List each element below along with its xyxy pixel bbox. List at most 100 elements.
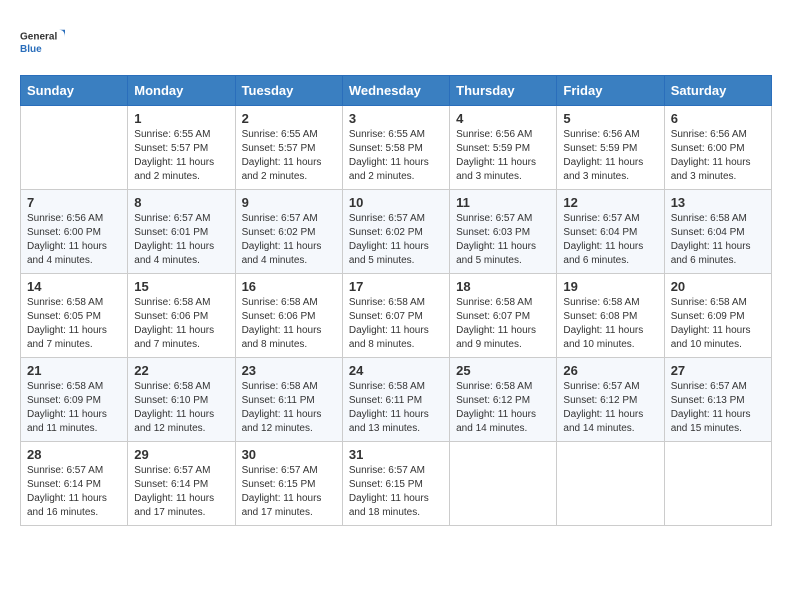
calendar-cell: 11Sunrise: 6:57 AMSunset: 6:03 PMDayligh… <box>450 190 557 274</box>
day-number: 24 <box>349 363 443 378</box>
day-info: Sunrise: 6:57 AMSunset: 6:14 PMDaylight:… <box>27 464 121 520</box>
weekday-header-saturday: Saturday <box>664 76 771 106</box>
day-number: 3 <box>349 111 443 126</box>
calendar-cell: 14 Sunrise: 6:58 AMSunset: 6:05 PMDayligh… <box>21 274 128 358</box>
day-info: Sunrise: 6:58 AMSunset: 6:10 PMDaylight:… <box>134 380 228 436</box>
calendar-cell: 23 Sunrise: 6:58 AMSunset: 6:11 PMDayligh… <box>235 358 342 442</box>
calendar-cell: 1 Sunrise: 6:55 AMSunset: 5:57 PMDaylight… <box>128 106 235 190</box>
day-info: Sunrise: 6:58 AMSunset: 6:06 PMDaylight:… <box>134 296 228 352</box>
calendar-week-row: 1 Sunrise: 6:55 AMSunset: 5:57 PMDaylight… <box>21 106 772 190</box>
calendar-cell: 4 Sunrise: 6:56 AMSunset: 5:59 PMDaylight… <box>450 106 557 190</box>
day-info: Sunrise: 6:55 AMSunset: 5:57 PMDaylight:… <box>134 128 228 184</box>
day-info: Sunrise: 6:56 AMSunset: 6:00 PMDaylight:… <box>27 212 121 268</box>
calendar-cell: 20 Sunrise: 6:58 AMSunset: 6:09 PMDayligh… <box>664 274 771 358</box>
calendar-cell: 27 Sunrise: 6:57 AMSunset: 6:13 PMDayligh… <box>664 358 771 442</box>
day-number: 25 <box>456 363 550 378</box>
day-info: Sunrise: 6:55 AMSunset: 5:58 PMDaylight:… <box>349 128 443 184</box>
day-info: Sunrise: 6:57 AMSunset: 6:02 PMDaylight:… <box>242 212 336 268</box>
day-info: Sunrise: 6:58 AMSunset: 6:11 PMDaylight:… <box>349 380 443 436</box>
weekday-header-sunday: Sunday <box>21 76 128 106</box>
page-header: General Blue <box>20 20 772 65</box>
day-number: 26 <box>563 363 657 378</box>
logo: General Blue <box>20 20 70 65</box>
day-info: Sunrise: 6:58 AMSunset: 6:05 PMDaylight:… <box>27 296 121 352</box>
weekday-header-tuesday: Tuesday <box>235 76 342 106</box>
day-number: 20 <box>671 279 765 294</box>
day-info: Sunrise: 6:56 AMSunset: 5:59 PMDaylight:… <box>456 128 550 184</box>
weekday-header-row: SundayMondayTuesdayWednesdayThursdayFrid… <box>21 76 772 106</box>
svg-text:Blue: Blue <box>20 44 42 55</box>
day-number: 30 <box>242 447 336 462</box>
day-number: 23 <box>242 363 336 378</box>
day-number: 22 <box>134 363 228 378</box>
calendar-cell <box>557 442 664 526</box>
day-info: Sunrise: 6:57 AMSunset: 6:15 PMDaylight:… <box>242 464 336 520</box>
day-number: 9 <box>242 195 336 210</box>
day-number: 14 <box>27 279 121 294</box>
day-info: Sunrise: 6:56 AMSunset: 6:00 PMDaylight:… <box>671 128 765 184</box>
day-info: Sunrise: 6:58 AMSunset: 6:09 PMDaylight:… <box>671 296 765 352</box>
calendar-cell: 21Sunrise: 6:58 AMSunset: 6:09 PMDayligh… <box>21 358 128 442</box>
calendar-cell: 26Sunrise: 6:57 AMSunset: 6:12 PMDayligh… <box>557 358 664 442</box>
day-number: 4 <box>456 111 550 126</box>
day-number: 13 <box>671 195 765 210</box>
day-number: 18 <box>456 279 550 294</box>
day-number: 16 <box>242 279 336 294</box>
calendar-cell: 24 Sunrise: 6:58 AMSunset: 6:11 PMDayligh… <box>342 358 449 442</box>
calendar-cell: 22 Sunrise: 6:58 AMSunset: 6:10 PMDayligh… <box>128 358 235 442</box>
day-info: Sunrise: 6:57 AMSunset: 6:02 PMDaylight:… <box>349 212 443 268</box>
day-info: Sunrise: 6:58 AMSunset: 6:08 PMDaylight:… <box>563 296 657 352</box>
calendar-cell: 2 Sunrise: 6:55 AMSunset: 5:57 PMDaylight… <box>235 106 342 190</box>
calendar-cell: 31 Sunrise: 6:57 AMSunset: 6:15 PMDayligh… <box>342 442 449 526</box>
weekday-header-wednesday: Wednesday <box>342 76 449 106</box>
day-number: 19 <box>563 279 657 294</box>
day-number: 31 <box>349 447 443 462</box>
weekday-header-monday: Monday <box>128 76 235 106</box>
day-info: Sunrise: 6:58 AMSunset: 6:04 PMDaylight:… <box>671 212 765 268</box>
calendar-cell <box>664 442 771 526</box>
day-info: Sunrise: 6:58 AMSunset: 6:12 PMDaylight:… <box>456 380 550 436</box>
calendar-cell: 15 Sunrise: 6:58 AMSunset: 6:06 PMDayligh… <box>128 274 235 358</box>
svg-text:General: General <box>20 32 57 43</box>
day-info: Sunrise: 6:55 AMSunset: 5:57 PMDaylight:… <box>242 128 336 184</box>
day-info: Sunrise: 6:56 AMSunset: 5:59 PMDaylight:… <box>563 128 657 184</box>
calendar-cell: 17Sunrise: 6:58 AMSunset: 6:07 PMDayligh… <box>342 274 449 358</box>
calendar-cell <box>21 106 128 190</box>
day-number: 21 <box>27 363 121 378</box>
calendar-cell: 5 Sunrise: 6:56 AMSunset: 5:59 PMDaylight… <box>557 106 664 190</box>
calendar-cell: 8 Sunrise: 6:57 AMSunset: 6:01 PMDaylight… <box>128 190 235 274</box>
calendar-week-row: 7 Sunrise: 6:56 AMSunset: 6:00 PMDaylight… <box>21 190 772 274</box>
day-number: 28 <box>27 447 121 462</box>
calendar-week-row: 28 Sunrise: 6:57 AMSunset: 6:14 PMDayligh… <box>21 442 772 526</box>
calendar-cell: 16Sunrise: 6:58 AMSunset: 6:06 PMDayligh… <box>235 274 342 358</box>
calendar-cell: 25 Sunrise: 6:58 AMSunset: 6:12 PMDayligh… <box>450 358 557 442</box>
weekday-header-friday: Friday <box>557 76 664 106</box>
day-number: 1 <box>134 111 228 126</box>
day-number: 12 <box>563 195 657 210</box>
calendar-cell: 30 Sunrise: 6:57 AMSunset: 6:15 PMDayligh… <box>235 442 342 526</box>
day-number: 5 <box>563 111 657 126</box>
calendar-cell: 29 Sunrise: 6:57 AMSunset: 6:14 PMDayligh… <box>128 442 235 526</box>
calendar-cell <box>450 442 557 526</box>
day-number: 8 <box>134 195 228 210</box>
day-info: Sunrise: 6:58 AMSunset: 6:11 PMDaylight:… <box>242 380 336 436</box>
calendar-cell: 7 Sunrise: 6:56 AMSunset: 6:00 PMDaylight… <box>21 190 128 274</box>
calendar-cell: 9 Sunrise: 6:57 AMSunset: 6:02 PMDaylight… <box>235 190 342 274</box>
calendar-cell: 12Sunrise: 6:57 AMSunset: 6:04 PMDayligh… <box>557 190 664 274</box>
day-info: Sunrise: 6:58 AMSunset: 6:07 PMDaylight:… <box>456 296 550 352</box>
calendar-cell: 28 Sunrise: 6:57 AMSunset: 6:14 PMDayligh… <box>21 442 128 526</box>
day-number: 27 <box>671 363 765 378</box>
day-number: 7 <box>27 195 121 210</box>
calendar-cell: 13 Sunrise: 6:58 AMSunset: 6:04 PMDayligh… <box>664 190 771 274</box>
day-number: 10 <box>349 195 443 210</box>
day-info: Sunrise: 6:57 AMSunset: 6:14 PMDaylight:… <box>134 464 228 520</box>
day-number: 15 <box>134 279 228 294</box>
day-number: 17 <box>349 279 443 294</box>
day-info: Sunrise: 6:57 AMSunset: 6:13 PMDaylight:… <box>671 380 765 436</box>
day-info: Sunrise: 6:57 AMSunset: 6:15 PMDaylight:… <box>349 464 443 520</box>
day-number: 29 <box>134 447 228 462</box>
day-number: 2 <box>242 111 336 126</box>
calendar-cell: 18 Sunrise: 6:58 AMSunset: 6:07 PMDayligh… <box>450 274 557 358</box>
day-info: Sunrise: 6:57 AMSunset: 6:01 PMDaylight:… <box>134 212 228 268</box>
calendar-week-row: 21Sunrise: 6:58 AMSunset: 6:09 PMDayligh… <box>21 358 772 442</box>
